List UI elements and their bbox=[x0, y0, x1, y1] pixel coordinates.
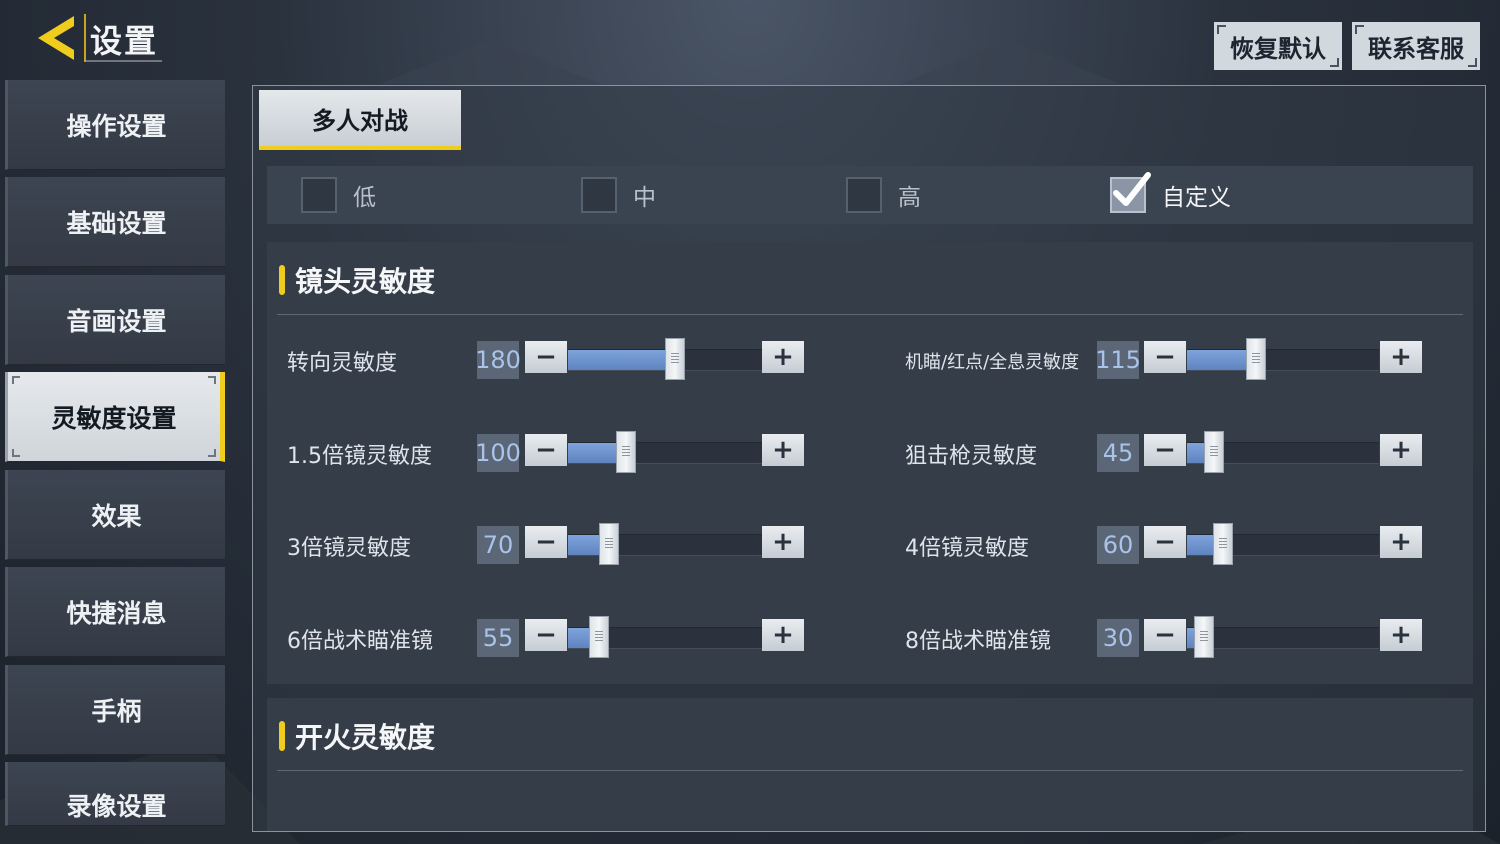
slider-label: 4倍镜灵敏度 bbox=[905, 536, 1029, 561]
corner-mark bbox=[12, 376, 20, 384]
corner-mark bbox=[208, 449, 216, 457]
sidebar-item-label: 操作设置 bbox=[66, 111, 167, 141]
decrease-button[interactable]: − bbox=[1144, 526, 1186, 558]
slider-thumb[interactable] bbox=[1213, 523, 1234, 565]
increase-button[interactable]: + bbox=[1380, 341, 1422, 373]
restore-default-button[interactable]: 恢复默认 bbox=[1214, 22, 1342, 70]
title-underline bbox=[86, 60, 162, 62]
tab-multiplayer[interactable]: 多人对战 bbox=[259, 90, 461, 150]
slider-thumb[interactable] bbox=[1246, 338, 1267, 380]
sidebar-item-quick-messages[interactable]: 快捷消息 bbox=[5, 567, 225, 657]
section-accent-bar bbox=[279, 721, 285, 751]
checkbox[interactable] bbox=[1110, 172, 1151, 213]
sidebar-item-recording[interactable]: 录像设置 bbox=[5, 762, 225, 826]
preset-label: 高 bbox=[898, 185, 921, 211]
plus-icon: + bbox=[1390, 527, 1412, 557]
sidebar-item-label: 音画设置 bbox=[66, 306, 167, 336]
section-header: 开火灵敏度 bbox=[279, 716, 435, 756]
decrease-button[interactable]: − bbox=[1144, 619, 1186, 651]
check-icon bbox=[1113, 172, 1151, 206]
contact-support-button[interactable]: 联系客服 bbox=[1352, 22, 1480, 70]
checkbox[interactable] bbox=[846, 177, 882, 213]
preset-medium[interactable]: 中 bbox=[581, 166, 656, 224]
preset-high[interactable]: 高 bbox=[846, 166, 921, 224]
sidebar-item-label: 基础设置 bbox=[66, 208, 167, 238]
section-divider bbox=[277, 770, 1463, 771]
minus-icon: − bbox=[1154, 527, 1176, 557]
back-button[interactable] bbox=[34, 12, 80, 64]
minus-icon: − bbox=[1154, 620, 1176, 650]
plus-icon: + bbox=[1390, 435, 1412, 465]
checkbox[interactable] bbox=[301, 177, 337, 213]
decrease-button[interactable]: − bbox=[1144, 341, 1186, 373]
section-title: 镜头灵敏度 bbox=[295, 265, 436, 298]
preset-row: 低 中 高 自定义 bbox=[267, 166, 1473, 224]
slider-value[interactable]: 60 bbox=[1097, 526, 1139, 564]
slider-track[interactable] bbox=[1187, 431, 1379, 473]
increase-button[interactable]: + bbox=[1380, 434, 1422, 466]
preset-custom[interactable]: 自定义 bbox=[1110, 166, 1231, 224]
camera-sensitivity-section: 镜头灵敏度 转向灵敏度 180− +1.5倍镜灵敏度 100− +3倍镜灵敏度 70− +6… bbox=[267, 242, 1473, 684]
slider-label: 狙击枪灵敏度 bbox=[905, 444, 1038, 469]
sidebar-item-controller[interactable]: 手柄 bbox=[5, 665, 225, 755]
slider-thumb[interactable] bbox=[1194, 616, 1215, 658]
sidebar-item-label: 灵敏度设置 bbox=[51, 403, 177, 433]
section-title: 开火灵敏度 bbox=[295, 721, 436, 754]
slider-label: 机瞄/红点/全息灵敏度 bbox=[905, 352, 1080, 373]
section-header: 镜头灵敏度 bbox=[279, 260, 435, 300]
minus-icon: − bbox=[1154, 342, 1176, 372]
corner-mark bbox=[12, 449, 20, 457]
sidebar-item-label: 手柄 bbox=[91, 696, 142, 726]
sidebar-item-label: 录像设置 bbox=[66, 792, 167, 821]
plus-icon: + bbox=[1390, 620, 1412, 650]
sidebar-item-audio-video[interactable]: 音画设置 bbox=[5, 275, 225, 365]
slider-row: 4倍镜灵敏度 60− + bbox=[267, 523, 1473, 568]
sidebar-item-controls[interactable]: 操作设置 bbox=[5, 80, 225, 170]
corner-mark bbox=[208, 376, 216, 384]
header-separator bbox=[84, 14, 86, 62]
preset-low[interactable]: 低 bbox=[301, 166, 376, 224]
section-divider bbox=[277, 314, 1463, 315]
fire-sensitivity-section: 开火灵敏度 bbox=[267, 698, 1473, 831]
sidebar-item-sensitivity[interactable]: 灵敏度设置 bbox=[5, 372, 225, 462]
preset-label: 中 bbox=[633, 185, 656, 211]
slider-track[interactable] bbox=[1187, 523, 1379, 565]
slider-value[interactable]: 115 bbox=[1095, 341, 1141, 379]
back-arrow-icon bbox=[38, 16, 74, 60]
preset-label: 低 bbox=[353, 185, 376, 211]
sidebar-item-effects[interactable]: 效果 bbox=[5, 470, 225, 560]
slider-row: 狙击枪灵敏度 45− + bbox=[267, 431, 1473, 476]
page-title: 设置 bbox=[90, 22, 159, 60]
checkbox[interactable] bbox=[581, 177, 617, 213]
increase-button[interactable]: + bbox=[1380, 526, 1422, 558]
slider-track[interactable] bbox=[1187, 338, 1379, 380]
slider-value[interactable]: 45 bbox=[1097, 434, 1139, 472]
slider-row: 8倍战术瞄准镜 30− + bbox=[267, 616, 1473, 661]
sidebar-item-label: 快捷消息 bbox=[66, 598, 167, 628]
decrease-button[interactable]: − bbox=[1144, 434, 1186, 466]
increase-button[interactable]: + bbox=[1380, 619, 1422, 651]
minus-icon: − bbox=[1154, 435, 1176, 465]
slider-thumb[interactable] bbox=[1203, 431, 1224, 473]
sidebar-item-label: 效果 bbox=[91, 501, 142, 531]
sidebar-item-basic[interactable]: 基础设置 bbox=[5, 177, 225, 267]
plus-icon: + bbox=[1390, 342, 1412, 372]
slider-value[interactable]: 30 bbox=[1097, 619, 1139, 657]
slider-track[interactable] bbox=[1187, 616, 1379, 658]
main-panel: 多人对战 低 中 高 自定义 镜头灵敏度 转向灵敏度 180 − + 1.5倍镜… bbox=[252, 85, 1486, 832]
section-accent-bar bbox=[279, 265, 285, 295]
slider-label: 8倍战术瞄准镜 bbox=[905, 629, 1051, 654]
preset-label: 自定义 bbox=[1162, 185, 1231, 211]
slider-row: 机瞄/红点/全息灵敏度 115− + bbox=[267, 338, 1473, 383]
